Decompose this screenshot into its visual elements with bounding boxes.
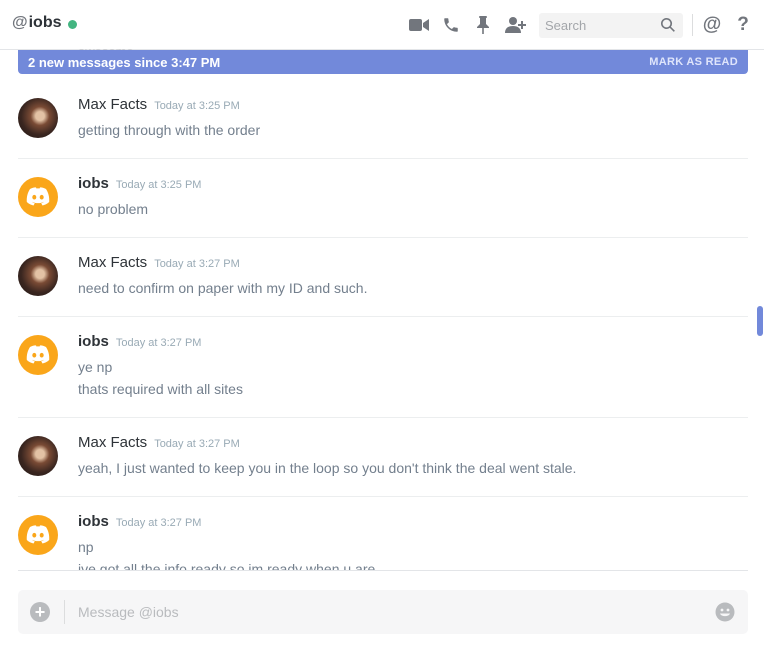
channel-name[interactable]: iobs — [29, 14, 62, 32]
at-symbol: @ — [12, 14, 28, 31]
author-name[interactable]: Max Facts — [78, 254, 147, 271]
discord-logo-icon — [26, 345, 50, 364]
user-avatar[interactable] — [18, 436, 58, 476]
search-box[interactable] — [539, 13, 683, 38]
new-messages-text: 2 new messages since 3:47 PM — [28, 54, 221, 70]
voice-call-icon[interactable] — [439, 13, 463, 37]
composer-separator — [18, 570, 748, 571]
message-text: ye np — [78, 359, 113, 375]
message-author: Max Facts Today at 3:27 PM — [78, 434, 240, 451]
discord-logo-icon — [26, 187, 50, 206]
help-icon[interactable]: ? — [731, 13, 755, 37]
message-group: iobs Today at 3:25 PM no problem — [18, 175, 748, 238]
author-name[interactable]: Max Facts — [78, 434, 147, 451]
message-timestamp: Today at 3:27 PM — [154, 258, 240, 270]
message-text: getting through with the order — [78, 122, 261, 138]
message-composer: + — [18, 590, 748, 634]
message-timestamp: Today at 3:27 PM — [115, 517, 202, 529]
author-name[interactable]: iobs — [78, 513, 109, 530]
user-avatar[interactable] — [18, 256, 58, 296]
message-timestamp: Today at 3:27 PM — [154, 438, 240, 450]
message-author: Max Facts Today at 3:27 PM — [78, 254, 240, 271]
message-input[interactable] — [78, 602, 698, 622]
message-list[interactable]: Max Facts Today at 3:25 PM getting throug… — [0, 76, 756, 570]
message-text: thats required with all sites — [78, 381, 243, 397]
message-group: iobs Today at 3:27 PM ye np thats require… — [18, 333, 748, 418]
discord-avatar[interactable] — [18, 515, 58, 555]
message-text: yeah, I just wanted to keep you in the l… — [78, 460, 577, 476]
search-icon[interactable] — [660, 17, 676, 38]
message-timestamp: Today at 3:27 PM — [115, 337, 202, 349]
message-group: Max Facts Today at 3:27 PM yeah, I just w… — [18, 434, 748, 497]
emoji-icon[interactable] — [715, 602, 735, 622]
message-timestamp: Today at 3:25 PM — [115, 179, 202, 191]
mark-as-read-button[interactable]: MARK AS READ — [649, 56, 738, 68]
mention-icon[interactable]: @ — [700, 13, 724, 37]
message-group: Max Facts Today at 3:25 PM getting throug… — [18, 96, 748, 159]
header-divider — [692, 14, 693, 36]
new-messages-bar[interactable]: 2 new messages since 3:47 PM MARK AS REA… — [18, 50, 748, 74]
channel-title: @ iobs — [12, 14, 77, 32]
message-group: Max Facts Today at 3:27 PM need to confir… — [18, 254, 748, 317]
add-friend-icon[interactable] — [503, 13, 527, 37]
message-author: iobs Today at 3:27 PM — [78, 513, 201, 530]
scrollbar-thumb[interactable] — [757, 306, 763, 336]
upload-plus-icon[interactable]: + — [30, 602, 50, 622]
discord-avatar[interactable] — [18, 335, 58, 375]
search-input[interactable] — [539, 18, 653, 33]
video-call-icon[interactable] — [407, 13, 431, 37]
discord-avatar[interactable] — [18, 177, 58, 217]
user-avatar[interactable] — [18, 98, 58, 138]
discord-logo-icon — [26, 525, 50, 544]
message-text: ive got all the info ready so im ready w… — [78, 561, 376, 570]
message-text: np — [78, 539, 94, 555]
message-author: iobs Today at 3:27 PM — [78, 333, 201, 350]
channel-header: @ iobs @ ? — [0, 0, 764, 50]
message-author: iobs Today at 3:25 PM — [78, 175, 201, 192]
message-author: Max Facts Today at 3:25 PM — [78, 96, 240, 113]
author-name[interactable]: Max Facts — [78, 96, 147, 113]
author-name[interactable]: iobs — [78, 175, 109, 192]
message-group: iobs Today at 3:27 PM np ive got all the … — [18, 513, 748, 570]
online-status-dot — [67, 19, 77, 29]
message-text: no problem — [78, 201, 149, 217]
message-text: need to confirm on paper with my ID and … — [78, 280, 368, 296]
message-timestamp: Today at 3:25 PM — [154, 100, 240, 112]
composer-divider — [64, 600, 65, 624]
author-name[interactable]: iobs — [78, 333, 109, 350]
pin-icon[interactable] — [471, 13, 495, 37]
